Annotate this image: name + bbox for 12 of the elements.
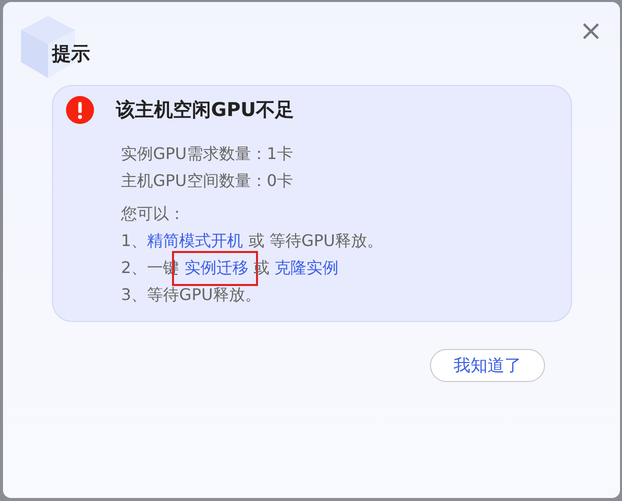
close-button[interactable]: × [578,16,604,46]
info-text: 您可以： [121,203,186,225]
error-icon [66,96,94,124]
alert-heading: 该主机空闲GPU不足 [116,98,294,123]
dialog-title: 提示 [52,42,91,67]
action-link[interactable]: 精简模式开机 [147,231,244,250]
action-link[interactable]: 克隆实例 [274,258,338,277]
option-text: 1、精简模式开机 或 等待GPU释放。 [121,230,384,252]
option-text: 3、等待GPU释放。 [121,284,262,306]
acknowledge-button[interactable]: 我知道了 [430,349,545,382]
info-text: 实例GPU需求数量：1卡 [121,143,294,165]
info-text: 主机GPU空间数量：0卡 [121,170,294,192]
